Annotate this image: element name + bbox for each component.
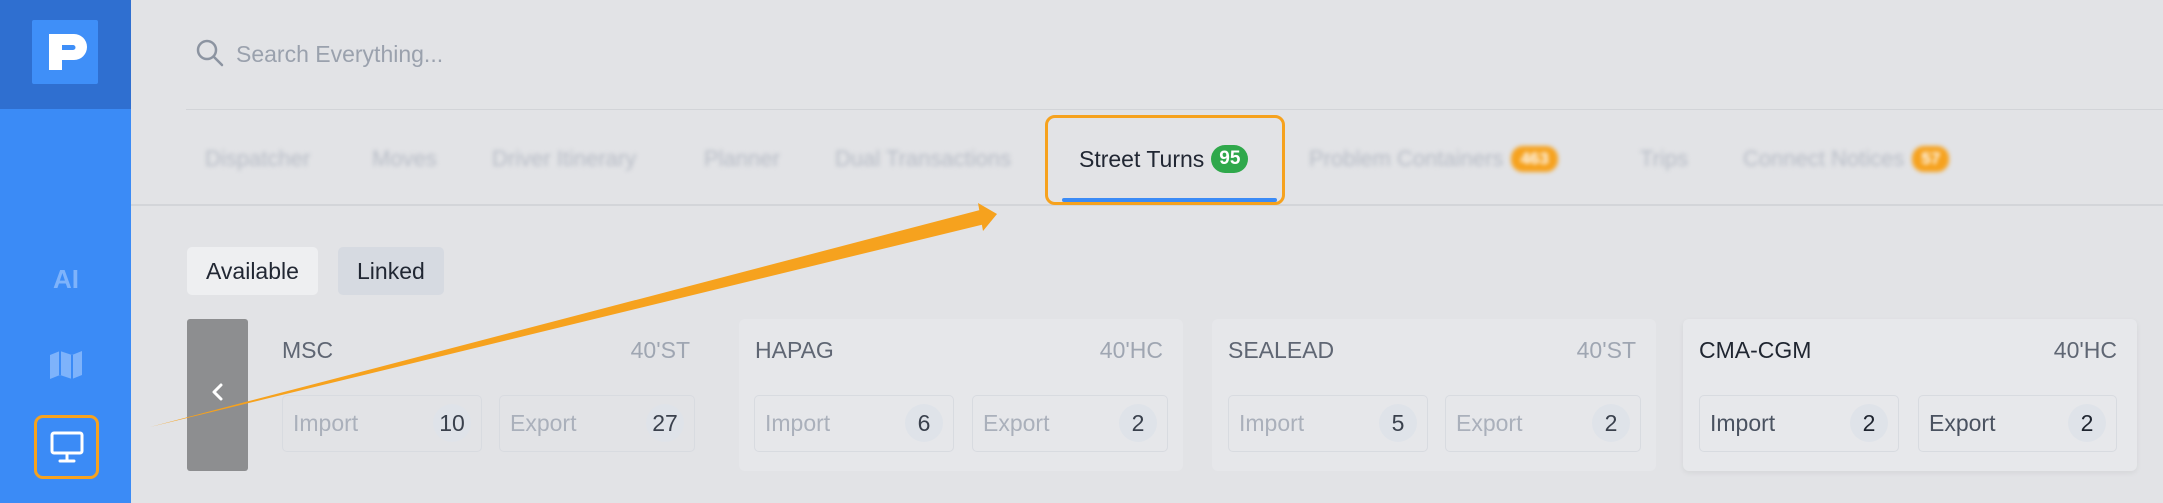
export-stat[interactable]: Export 27 xyxy=(499,395,695,452)
chevron-left-icon xyxy=(210,381,226,409)
export-label: Export xyxy=(983,410,1050,436)
tab-label: Dispatcher xyxy=(205,146,311,171)
ai-icon[interactable]: AI xyxy=(44,259,88,299)
tab-moves[interactable]: Moves xyxy=(372,146,437,172)
export-label: Export xyxy=(1456,410,1523,436)
import-stat[interactable]: Import 6 xyxy=(754,395,954,452)
export-stat[interactable]: Export 2 xyxy=(1918,395,2117,452)
import-count: 10 xyxy=(433,404,471,442)
tab-problem-containers[interactable]: Problem Containers 463 xyxy=(1309,146,1558,172)
tab-label: Dual Transactions xyxy=(835,146,1012,171)
container-size: 40'ST xyxy=(630,337,690,363)
export-label: Export xyxy=(510,410,577,436)
import-stat[interactable]: Import 5 xyxy=(1228,395,1428,452)
search-bar xyxy=(186,30,2163,110)
search-input[interactable] xyxy=(236,36,836,72)
available-button[interactable]: Available xyxy=(187,247,318,295)
tab-count-badge: 463 xyxy=(1511,146,1558,172)
tab-label: Driver Itinerary xyxy=(492,146,637,171)
import-count: 5 xyxy=(1379,404,1417,442)
tab-count-badge: 57 xyxy=(1912,146,1950,172)
export-count: 2 xyxy=(2068,404,2106,442)
tab-dispatcher[interactable]: Dispatcher xyxy=(205,146,310,172)
carrier-card[interactable]: CMA-CGM 40'HC Import 2 Export 2 xyxy=(1683,319,2137,471)
map-icon[interactable] xyxy=(44,345,88,385)
tab-driver-itinerary[interactable]: Driver Itinerary xyxy=(492,146,636,172)
tab-count-badge: 95 xyxy=(1211,145,1249,173)
export-count: 2 xyxy=(1119,404,1157,442)
sidebar: AI xyxy=(0,0,131,503)
carousel-prev-button[interactable] xyxy=(187,319,248,471)
export-stat[interactable]: Export 2 xyxy=(1445,395,1641,452)
tab-dual-transactions[interactable]: Dual Transactions xyxy=(835,146,1011,172)
tab-label: Connect Notices xyxy=(1743,146,1905,171)
tab-label: Problem Containers xyxy=(1309,146,1504,171)
monitor-icon[interactable] xyxy=(34,415,99,479)
export-count: 2 xyxy=(1592,404,1630,442)
active-tab-indicator xyxy=(1062,198,1277,202)
container-size: 40'HC xyxy=(2053,337,2117,363)
import-label: Import xyxy=(1710,410,1776,436)
export-label: Export xyxy=(1929,410,1996,436)
carrier-name: SEALEAD xyxy=(1228,337,1335,363)
tab-label: Street Turns xyxy=(1079,145,1205,172)
container-size: 40'HC xyxy=(1099,337,1163,363)
carrier-card[interactable]: MSC 40'ST Import 10 Export 27 xyxy=(266,319,710,471)
import-label: Import xyxy=(293,410,359,436)
tab-trips[interactable]: Trips xyxy=(1640,146,1688,172)
import-count: 6 xyxy=(905,404,943,442)
tab-street-turns[interactable]: Street Turns 95 xyxy=(1045,115,1285,205)
carrier-card[interactable]: HAPAG 40'HC Import 6 Export 2 xyxy=(739,319,1183,471)
import-stat[interactable]: Import 10 xyxy=(282,395,482,452)
linked-button[interactable]: Linked xyxy=(338,247,444,295)
p-logo-icon xyxy=(32,20,98,84)
carrier-card[interactable]: SEALEAD 40'ST Import 5 Export 2 xyxy=(1212,319,1656,471)
import-label: Import xyxy=(765,410,831,436)
container-size: 40'ST xyxy=(1576,337,1636,363)
import-label: Import xyxy=(1239,410,1305,436)
import-count: 2 xyxy=(1850,404,1888,442)
carrier-name: CMA-CGM xyxy=(1699,337,1812,363)
search-icon xyxy=(194,37,226,74)
logo-area[interactable] xyxy=(0,0,131,109)
tab-label: Trips xyxy=(1640,146,1689,171)
tab-planner[interactable]: Planner xyxy=(704,146,780,172)
tab-connect-notices[interactable]: Connect Notices 57 xyxy=(1743,146,1950,172)
ai-label: AI xyxy=(53,263,79,294)
carrier-name: HAPAG xyxy=(755,337,834,363)
tab-label: Planner xyxy=(704,146,780,171)
export-stat[interactable]: Export 2 xyxy=(972,395,1168,452)
import-stat[interactable]: Import 2 xyxy=(1699,395,1899,452)
carrier-name: MSC xyxy=(282,337,334,363)
export-count: 27 xyxy=(646,404,684,442)
tab-label: Moves xyxy=(372,146,437,171)
